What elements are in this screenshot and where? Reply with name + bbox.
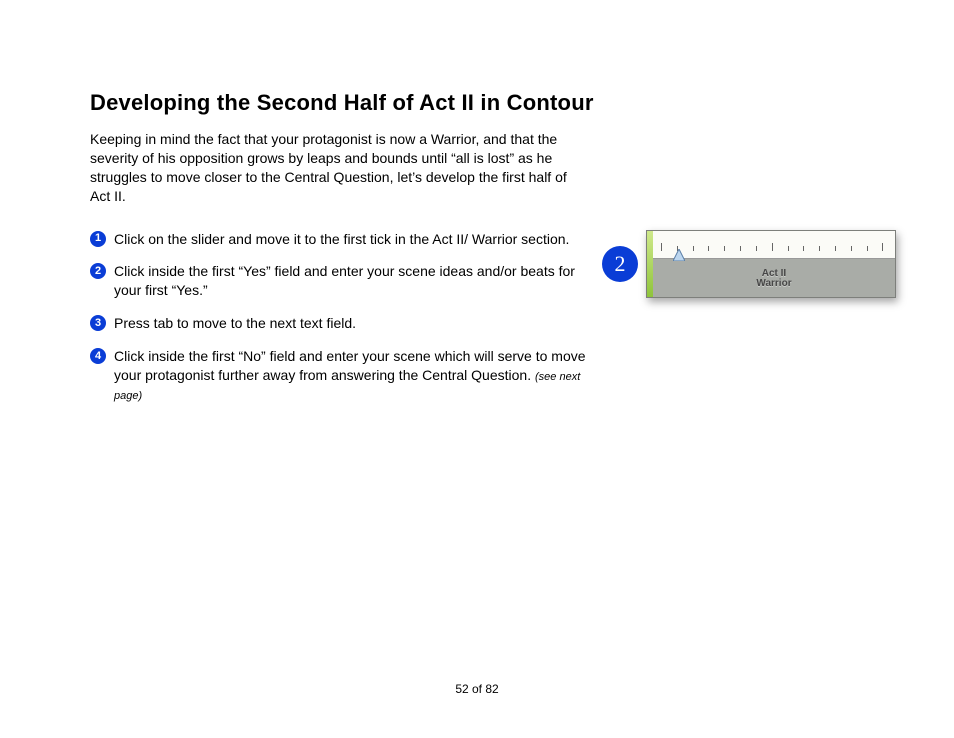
slider-labels: Act II Warrior [653, 259, 895, 297]
slider-ticks [661, 237, 887, 251]
step-number-icon: 4 [90, 348, 106, 364]
intro-paragraph: Keeping in mind the fact that your prota… [90, 130, 590, 206]
list-item: 3 Press tab to move to the next text fie… [90, 314, 590, 333]
callout-number-icon: 2 [602, 246, 638, 282]
step-list: 1 Click on the slider and move it to the… [90, 230, 590, 404]
step-text: Press tab to move to the next text field… [114, 314, 590, 333]
step-number-icon: 3 [90, 315, 106, 331]
document-page: Developing the Second Half of Act II in … [0, 0, 954, 738]
list-item: 4 Click inside the first “No” field and … [90, 347, 590, 404]
step-number-icon: 1 [90, 231, 106, 247]
callout-figure: 2 [602, 230, 912, 302]
slider-label-archetype: Warrior [756, 278, 791, 289]
slider-track[interactable] [653, 231, 895, 259]
step-text-main: Click inside the first “No” field and en… [114, 348, 586, 383]
slider-panel: Act II Warrior [646, 230, 896, 298]
page-number: 52 of 82 [0, 682, 954, 696]
step-text: Click inside the first “No” field and en… [114, 347, 590, 404]
step-text: Click on the slider and move it to the f… [114, 230, 590, 249]
list-item: 2 Click inside the first “Yes” field and… [90, 262, 590, 300]
step-number-icon: 2 [90, 263, 106, 279]
step-text: Click inside the first “Yes” field and e… [114, 262, 590, 300]
list-item: 1 Click on the slider and move it to the… [90, 230, 590, 249]
page-title: Developing the Second Half of Act II in … [90, 90, 894, 116]
